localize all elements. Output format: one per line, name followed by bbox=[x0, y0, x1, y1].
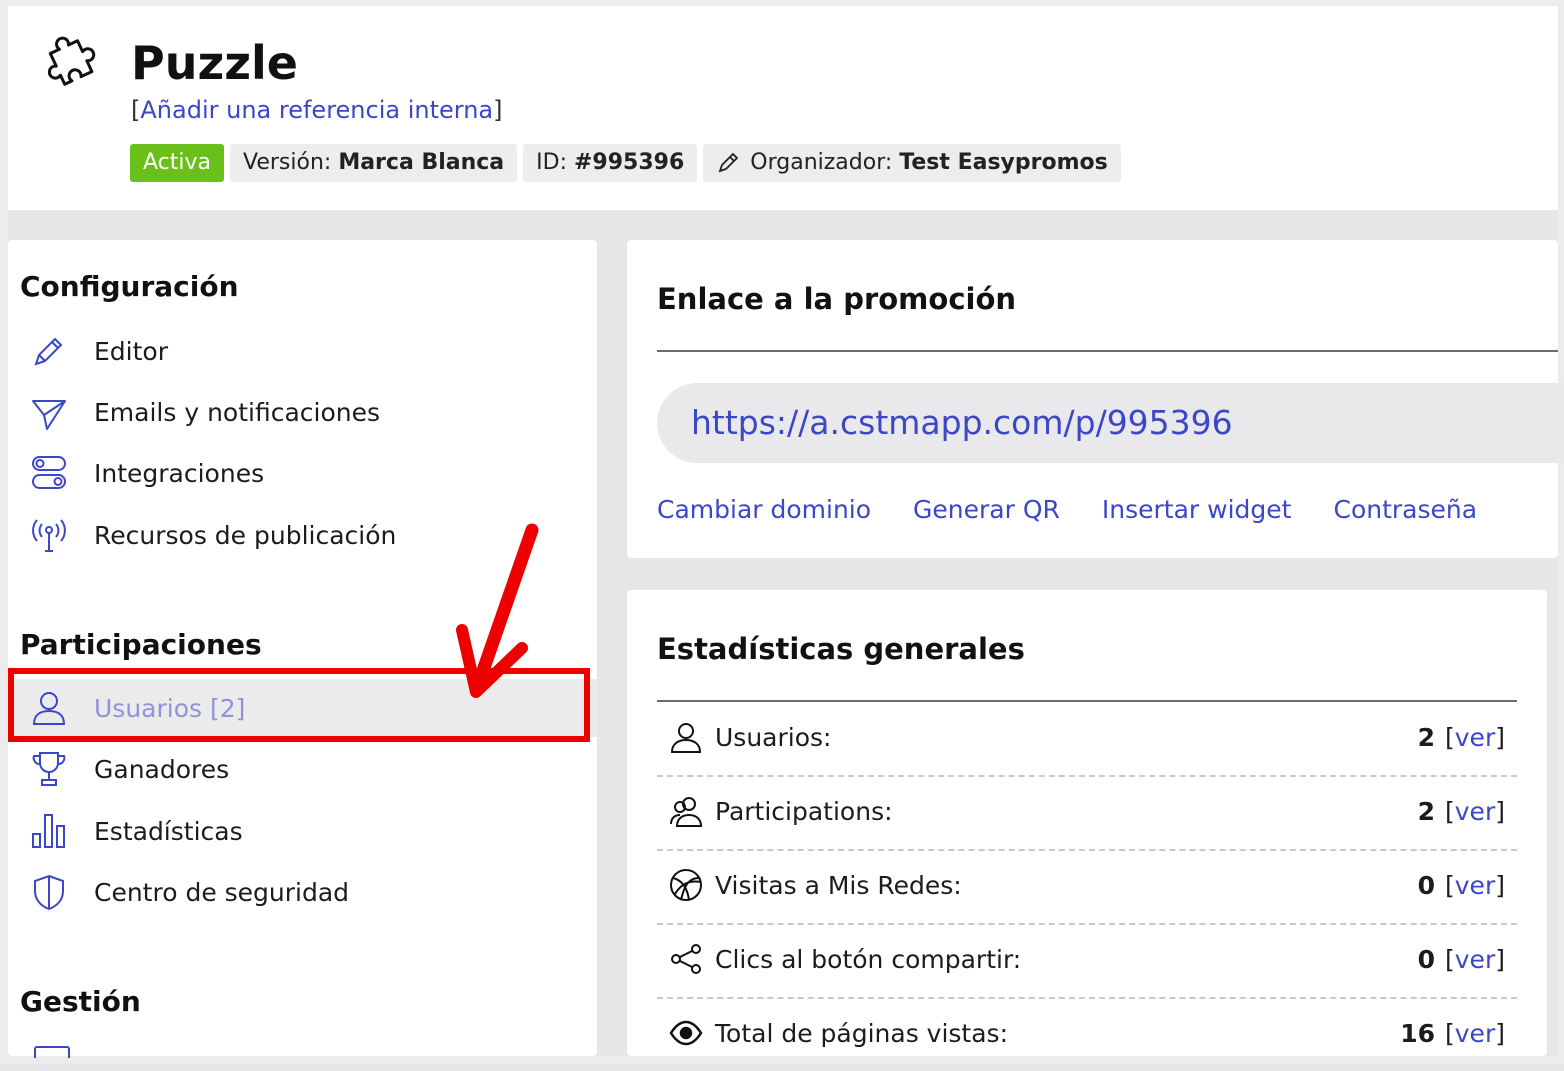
promo-link-card: Enlace a la promoción https://a.cstmapp.… bbox=[627, 240, 1564, 558]
globe-icon bbox=[670, 869, 702, 901]
section-title-participaciones: Participaciones bbox=[20, 628, 262, 661]
sidebar-item-editor[interactable]: Editor bbox=[8, 322, 597, 380]
sidebar-item-recursos[interactable]: Recursos de publicación bbox=[8, 506, 597, 564]
change-domain-link[interactable]: Cambiar dominio bbox=[657, 495, 871, 524]
promo-link-title: Enlace a la promoción bbox=[657, 282, 1017, 316]
generate-qr-link[interactable]: Generar QR bbox=[913, 495, 1060, 524]
internal-reference: [Añadir una referencia interna] bbox=[131, 96, 503, 124]
version-badge: Versión: Marca Blanca bbox=[230, 144, 518, 182]
bar-chart-icon bbox=[32, 814, 65, 848]
promotion-header: Puzzle [Añadir una referencia interna] A… bbox=[8, 6, 1558, 210]
sidebar-item-ganadores[interactable]: Ganadores bbox=[8, 740, 597, 798]
stat-row-pageviews: Total de páginas vistas: 16 [ver] bbox=[657, 998, 1517, 1071]
ver-link[interactable]: ver bbox=[1455, 797, 1495, 826]
shield-icon bbox=[34, 874, 64, 911]
badges: Activa Versión: Marca Blanca ID: #995396… bbox=[130, 144, 1121, 182]
gestion-first-item-icon bbox=[34, 1046, 70, 1058]
ver-link[interactable]: ver bbox=[1455, 945, 1495, 974]
frame-right bbox=[1558, 0, 1564, 1064]
eye-icon bbox=[669, 1020, 703, 1046]
organizer-badge[interactable]: Organizador: Test Easypromos bbox=[703, 144, 1121, 182]
sidebar-item-estadisticas[interactable]: Estadísticas bbox=[8, 802, 597, 860]
broadcast-icon bbox=[32, 519, 66, 552]
promo-url[interactable]: https://a.cstmapp.com/p/995396 bbox=[691, 403, 1233, 442]
status-badge: Activa bbox=[130, 144, 224, 182]
page-title: Puzzle bbox=[131, 36, 298, 90]
stat-row-shares: Clics al botón compartir: 0 [ver] bbox=[657, 924, 1517, 999]
user-icon bbox=[32, 692, 66, 725]
stats-title: Estadísticas generales bbox=[657, 632, 1025, 666]
stats-card: Estadísticas generales Usuarios: 2 [ver] … bbox=[627, 590, 1547, 1056]
id-badge: ID: #995396 bbox=[523, 144, 698, 182]
puzzle-icon bbox=[47, 36, 96, 86]
ver-link[interactable]: ver bbox=[1455, 723, 1495, 752]
ver-link[interactable]: ver bbox=[1455, 871, 1495, 900]
password-link[interactable]: Contraseña bbox=[1333, 495, 1477, 524]
add-internal-reference-link[interactable]: Añadir una referencia interna bbox=[140, 96, 493, 124]
stat-row-participations: Participations: 2 [ver] bbox=[657, 776, 1517, 851]
sidebar-item-emails[interactable]: Emails y notificaciones bbox=[8, 383, 597, 441]
section-title-gestion: Gestión bbox=[20, 985, 141, 1018]
trophy-icon bbox=[32, 752, 66, 786]
toggle-icon bbox=[32, 456, 66, 489]
section-title-configuracion: Configuración bbox=[20, 270, 239, 303]
sidebar-item-seguridad[interactable]: Centro de seguridad bbox=[8, 863, 597, 921]
users-icon bbox=[670, 797, 703, 827]
share-icon bbox=[671, 944, 701, 974]
promo-link-actions: Cambiar dominio Generar QR Insertar widg… bbox=[657, 495, 1477, 524]
promo-url-box[interactable]: https://a.cstmapp.com/p/995396 bbox=[657, 383, 1564, 463]
user-icon bbox=[670, 723, 702, 753]
paper-plane-icon bbox=[32, 400, 66, 430]
sidebar-item-integraciones[interactable]: Integraciones bbox=[8, 444, 597, 502]
pencil-icon bbox=[718, 152, 739, 173]
insert-widget-link[interactable]: Insertar widget bbox=[1102, 495, 1292, 524]
pencil-icon bbox=[34, 337, 63, 366]
stat-row-visitas: Visitas a Mis Redes: 0 [ver] bbox=[657, 850, 1517, 925]
frame-left bbox=[0, 0, 8, 1064]
stat-row-usuarios: Usuarios: 2 [ver] bbox=[657, 702, 1517, 777]
divider bbox=[657, 350, 1558, 352]
sidebar: Configuración Editor Emails y notificaci… bbox=[8, 240, 597, 1058]
ver-link[interactable]: ver bbox=[1455, 1019, 1495, 1048]
sidebar-item-usuarios[interactable]: Usuarios [2] bbox=[8, 679, 597, 737]
